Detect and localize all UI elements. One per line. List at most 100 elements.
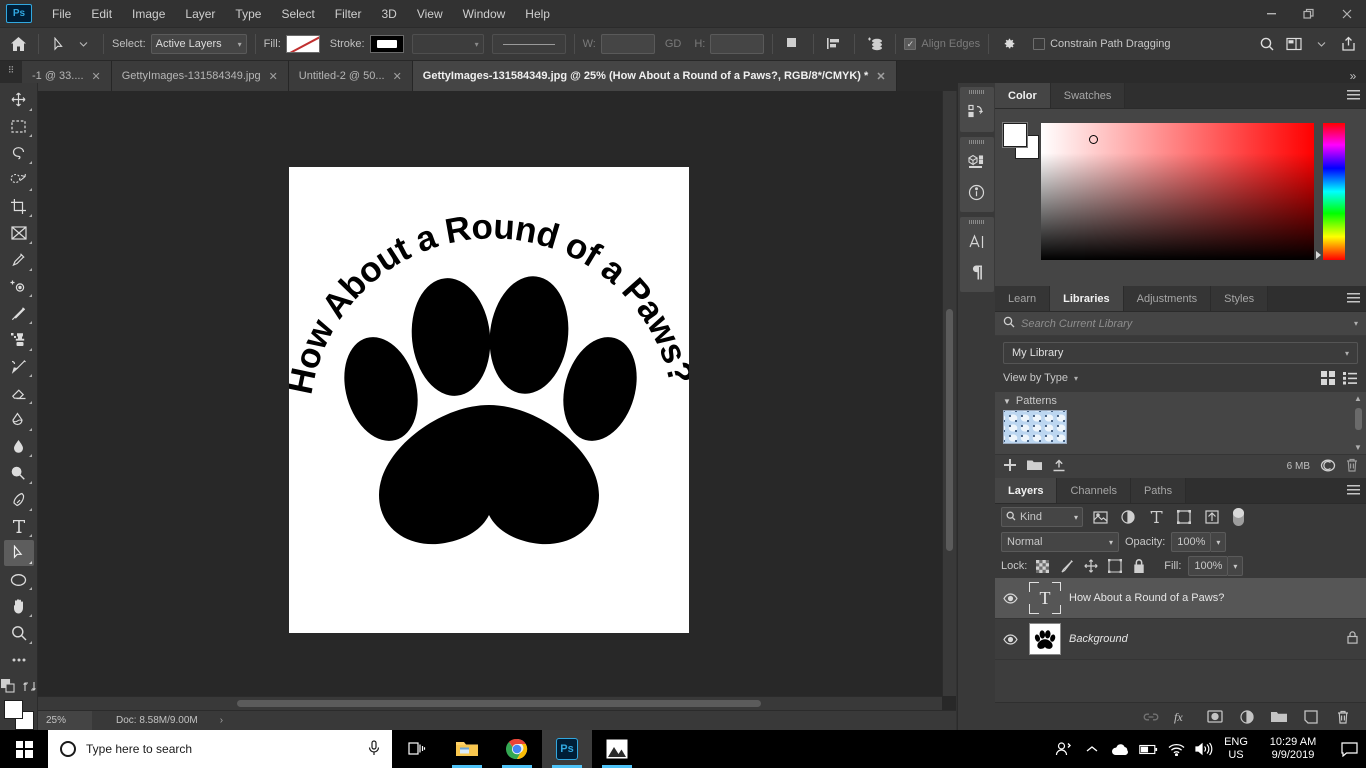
tab-layers[interactable]: Layers: [995, 478, 1057, 503]
menu-edit[interactable]: Edit: [81, 4, 122, 24]
layer-list[interactable]: T How About a Round of a Paws?: [995, 578, 1366, 702]
grid-view-icon[interactable]: [1320, 370, 1336, 386]
task-view-icon[interactable]: [392, 730, 442, 768]
tab-styles[interactable]: Styles: [1211, 286, 1268, 311]
layer-kind-dropdown[interactable]: Kind ▾: [1001, 507, 1083, 527]
library-scrollbar[interactable]: ▲ ▼: [1353, 394, 1364, 452]
color-picker-body[interactable]: [995, 109, 1366, 286]
path-arrangement-icon[interactable]: [863, 32, 887, 56]
tab-swatches[interactable]: Swatches: [1051, 83, 1126, 108]
chevron-down-icon[interactable]: ▾: [1211, 532, 1226, 552]
scroll-up-icon[interactable]: ▲: [1354, 394, 1362, 403]
history-brush-tool[interactable]: [4, 354, 34, 380]
link-layers-icon[interactable]: [1142, 708, 1160, 726]
pen-tool[interactable]: [4, 487, 34, 513]
zoom-tool[interactable]: [4, 620, 34, 646]
creative-cloud-icon[interactable]: [1320, 459, 1336, 475]
microphone-icon[interactable]: [368, 740, 380, 759]
add-icon[interactable]: [1003, 458, 1017, 475]
panel-grip[interactable]: [969, 220, 985, 224]
stroke-width-field[interactable]: ▾: [412, 34, 484, 54]
artboard[interactable]: How About a Round of a Paws?: [289, 167, 689, 633]
color-cursor[interactable]: [1089, 135, 1098, 144]
lock-all-icon[interactable]: [1130, 558, 1147, 575]
adjustment-layer-icon[interactable]: [1238, 708, 1256, 726]
close-icon[interactable]: ✕: [393, 70, 402, 83]
3d-icon[interactable]: [962, 147, 992, 177]
menu-layer[interactable]: Layer: [175, 4, 225, 24]
battery-icon[interactable]: [1134, 730, 1162, 768]
constrain-path-dragging-checkbox[interactable]: Constrain Path Dragging: [1033, 38, 1170, 50]
document-tab-2[interactable]: GettyImages-131584349.jpg ✕: [112, 61, 289, 91]
document-tab-3[interactable]: Untitled-2 @ 50... ✕: [289, 61, 413, 91]
document-tab-4-active[interactable]: GettyImages-131584349.jpg @ 25% (How Abo…: [413, 61, 897, 91]
scrollbar-thumb[interactable]: [946, 309, 953, 551]
tab-paths[interactable]: Paths: [1131, 478, 1186, 503]
filter-toggle-switch[interactable]: [1233, 508, 1244, 526]
table-row[interactable]: T How About a Round of a Paws?: [995, 578, 1366, 619]
windows-start-icon[interactable]: [0, 730, 48, 768]
color-swatches[interactable]: [1003, 123, 1039, 159]
fx-icon[interactable]: fx: [1174, 708, 1192, 726]
file-explorer-icon[interactable]: [442, 730, 492, 768]
new-layer-icon[interactable]: [1302, 708, 1320, 726]
chevron-down-icon[interactable]: ▾: [1228, 556, 1243, 576]
chrome-icon[interactable]: [492, 730, 542, 768]
workspace-icon[interactable]: [1282, 32, 1306, 56]
shape-filter-icon[interactable]: [1173, 507, 1195, 527]
type-filter-icon[interactable]: [1145, 507, 1167, 527]
upload-icon[interactable]: [1052, 459, 1066, 475]
align-edges-checkbox[interactable]: ✓ Align Edges: [904, 38, 980, 50]
hue-slider[interactable]: [1323, 123, 1345, 260]
layer-thumbnail-text[interactable]: T: [1029, 582, 1061, 614]
menu-select[interactable]: Select: [271, 4, 324, 24]
people-icon[interactable]: [1050, 730, 1078, 768]
pattern-thumbnail[interactable]: [1003, 410, 1067, 444]
character-icon[interactable]: [962, 227, 992, 257]
frame-tool[interactable]: [4, 220, 34, 246]
menu-type[interactable]: Type: [225, 4, 271, 24]
volume-icon[interactable]: [1190, 730, 1218, 768]
select-dropdown[interactable]: Active Layers ▾: [151, 34, 247, 54]
taskbar-search-box[interactable]: Type here to search: [48, 730, 392, 768]
color-gradient-field[interactable]: [1041, 123, 1314, 260]
chevron-down-icon[interactable]: ▾: [1354, 319, 1358, 328]
spot-healing-brush-tool[interactable]: [4, 274, 34, 300]
foreground-color-swatch[interactable]: [4, 700, 23, 719]
action-center-icon[interactable]: [1332, 730, 1366, 768]
menu-filter[interactable]: Filter: [325, 4, 372, 24]
search-input[interactable]: Type here to search: [86, 742, 192, 756]
lock-image-pixels-icon[interactable]: [1058, 558, 1075, 575]
edit-toolbar-tool[interactable]: [4, 647, 34, 673]
tab-libraries[interactable]: Libraries: [1050, 286, 1123, 311]
photos-icon[interactable]: [592, 730, 642, 768]
horizontal-type-tool[interactable]: [4, 514, 34, 540]
gear-icon[interactable]: [997, 32, 1021, 56]
layer-visibility-icon[interactable]: [999, 634, 1021, 645]
restore-button[interactable]: [1290, 0, 1328, 27]
height-input[interactable]: [710, 34, 764, 54]
panel-menu-icon[interactable]: [1340, 83, 1366, 108]
close-button[interactable]: [1328, 0, 1366, 27]
adjustment-filter-icon[interactable]: [1117, 507, 1139, 527]
path-selection-tool[interactable]: [4, 540, 34, 566]
share-icon[interactable]: [1336, 32, 1360, 56]
smart-object-filter-icon[interactable]: [1201, 507, 1223, 527]
canvas-area[interactable]: How About a Round of a Paws?: [38, 91, 956, 710]
default-colors-icon[interactable]: [1, 679, 15, 696]
chevron-down-icon[interactable]: ▾: [1074, 374, 1078, 383]
search-icon[interactable]: [1255, 32, 1279, 56]
object-selection-tool[interactable]: [4, 167, 34, 193]
menu-help[interactable]: Help: [515, 4, 560, 24]
list-view-icon[interactable]: [1342, 370, 1358, 386]
library-group-header[interactable]: ▼ Patterns: [995, 392, 1366, 410]
language-indicator[interactable]: ENG US: [1218, 736, 1254, 762]
menu-window[interactable]: Window: [453, 4, 516, 24]
width-input[interactable]: [601, 34, 655, 54]
canvas-vertical-scrollbar[interactable]: [942, 91, 956, 696]
library-dropdown[interactable]: My Library ▾: [1003, 342, 1358, 364]
swap-colors-icon[interactable]: [23, 680, 36, 696]
lasso-tool[interactable]: [4, 140, 34, 166]
info-icon[interactable]: [962, 177, 992, 207]
path-operations-icon[interactable]: [781, 32, 805, 56]
